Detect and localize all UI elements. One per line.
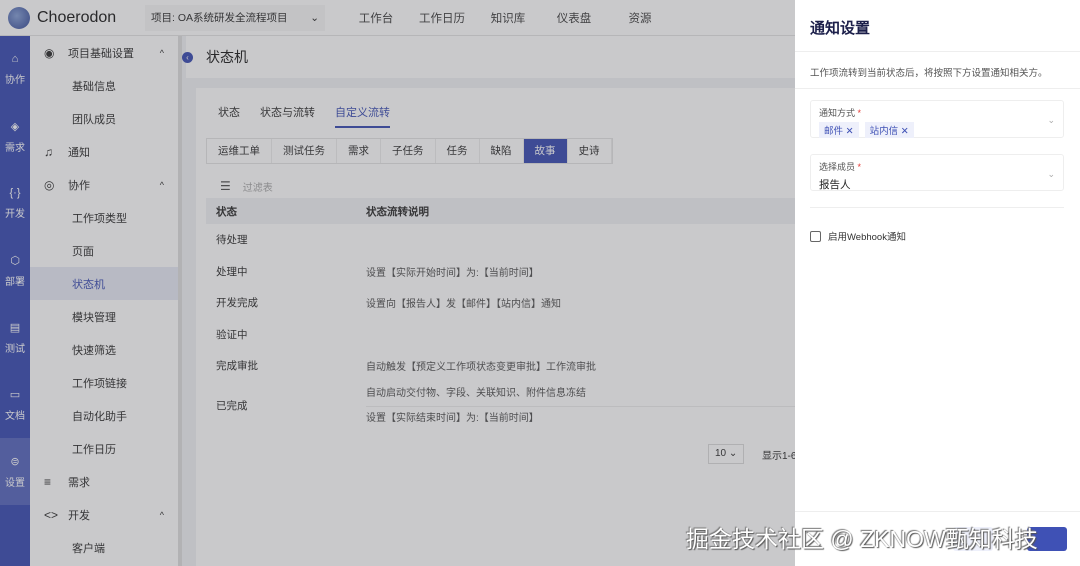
watermark: 掘金技术社区 @ ZKNOW甄知科技: [686, 526, 1038, 552]
close-icon[interactable]: ✕: [846, 126, 854, 137]
member-select[interactable]: 选择成员 * 报告人 ⌄: [810, 154, 1064, 191]
close-icon[interactable]: ✕: [901, 126, 909, 137]
divider: [810, 207, 1064, 208]
chevron-down-icon: ⌄: [1047, 169, 1055, 179]
drawer-description: 工作项流转到当前状态后，将按照下方设置通知相关方。: [795, 52, 1080, 89]
tag-email: 邮件 ✕: [819, 122, 859, 138]
tag-inbox: 站内信 ✕: [864, 122, 914, 138]
chevron-down-icon: ⌄: [1047, 115, 1055, 125]
notice-settings-drawer: 通知设置 工作项流转到当前状态后，将按照下方设置通知相关方。 通知方式 * 邮件…: [795, 0, 1080, 566]
modal-mask[interactable]: [0, 0, 795, 566]
notice-method-select[interactable]: 通知方式 * 邮件 ✕ 站内信 ✕ ⌄: [810, 100, 1064, 138]
drawer-title: 通知设置: [795, 0, 1080, 52]
checkbox-icon: [810, 230, 821, 242]
webhook-checkbox[interactable]: 启用Webhook通知: [810, 229, 906, 243]
